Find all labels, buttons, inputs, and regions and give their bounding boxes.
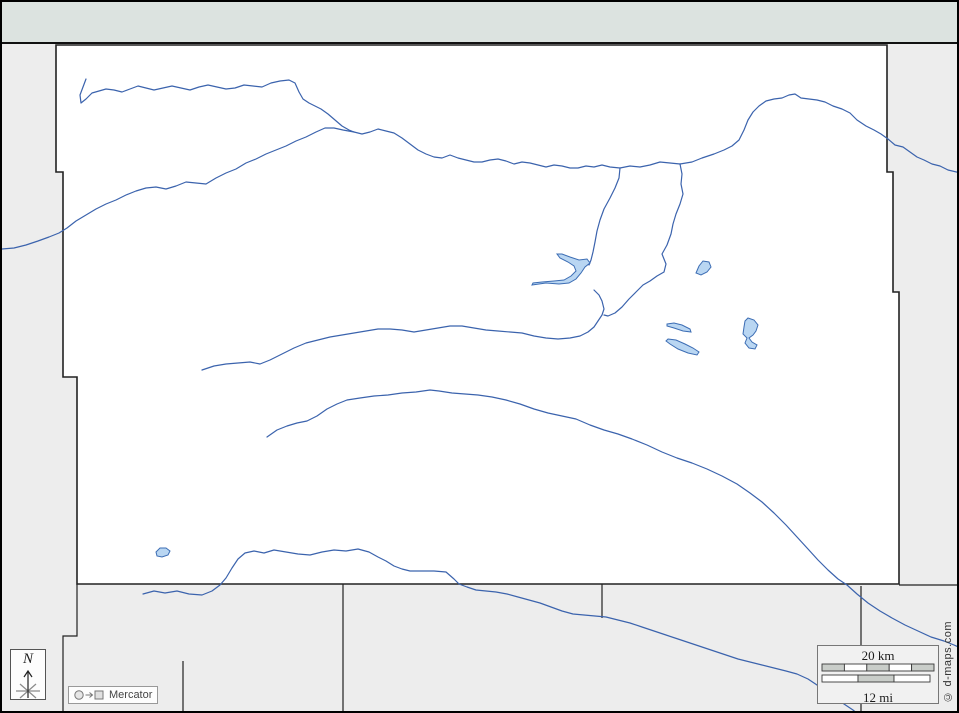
- projection-icon: [73, 689, 105, 701]
- north-arrow-icon: [11, 667, 45, 699]
- mi-bar-segment-1: [858, 675, 894, 682]
- mi-bar-segment-2: [894, 675, 930, 682]
- map-page: N Mercator 20 km 12 mi © d-maps.com: [0, 0, 959, 713]
- scale-mi-label: 12 mi: [818, 690, 938, 705]
- scale-km-label: 20 km: [818, 648, 938, 663]
- projection-label: Mercator: [109, 689, 152, 701]
- header-band: [2, 2, 957, 44]
- km-bar-segment-1: [844, 664, 866, 671]
- map-svg: [2, 2, 959, 713]
- km-bar-segment-4: [912, 664, 934, 671]
- north-label: N: [23, 651, 33, 667]
- scale-box: 20 km 12 mi: [817, 645, 939, 704]
- north-arrow-box: N: [10, 649, 46, 700]
- county-outline: [56, 45, 899, 584]
- scale-bars: [818, 663, 938, 685]
- km-bar-segment-0: [822, 664, 844, 671]
- copyright-credit: © d-maps.com: [942, 621, 954, 703]
- km-bar-segment-3: [889, 664, 911, 671]
- projection-box: Mercator: [68, 686, 158, 704]
- km-bar-segment-2: [867, 664, 889, 671]
- mi-bar-segment-0: [822, 675, 858, 682]
